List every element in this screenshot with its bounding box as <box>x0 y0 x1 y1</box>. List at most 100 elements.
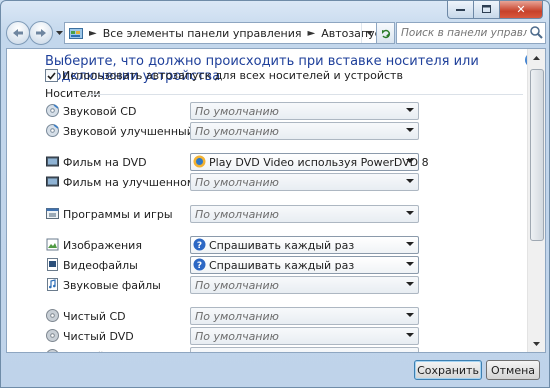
media-row: Фильм на DVD Play DVD Video используя Pow… <box>45 153 429 171</box>
checkmark-icon <box>47 71 56 80</box>
chevron-down-icon <box>406 108 414 112</box>
dropdown-value: Спрашивать каждый раз <box>209 259 355 272</box>
window-controls: ✕ <box>447 1 543 19</box>
action-icon: ? <box>193 238 206 251</box>
action-icon <box>193 155 206 168</box>
media-label: Фильм на DVD <box>63 156 147 169</box>
chevron-down-icon <box>406 333 414 337</box>
cancel-button[interactable]: Отмена <box>486 360 540 380</box>
action-dropdown[interactable]: По умолчанию <box>190 173 419 191</box>
action-dropdown[interactable]: По умолчанию <box>190 205 419 223</box>
search-icon[interactable] <box>529 25 543 39</box>
back-button[interactable] <box>6 21 30 45</box>
media-label: Видеофайлы <box>63 259 138 272</box>
blank-disc-icon <box>46 309 59 322</box>
media-label: Звуковой CD <box>63 105 137 118</box>
media-row: Звуковой CD По умолчанию <box>45 102 425 120</box>
media-row: Фильм на улучшенном DVD По умолчанию <box>45 173 425 191</box>
action-dropdown[interactable]: По умолчанию <box>190 276 419 294</box>
cd-audio-icon <box>46 124 59 137</box>
section-divider <box>89 94 523 95</box>
vertical-scrollbar[interactable] <box>527 49 545 352</box>
refresh-icon <box>382 29 391 38</box>
scroll-up-button[interactable] <box>528 49 545 66</box>
action-dropdown[interactable]: По умолчанию <box>190 122 419 140</box>
save-button[interactable]: Сохранить <box>414 360 482 380</box>
media-label: Программы и игры <box>63 208 173 221</box>
minimize-icon <box>455 8 465 11</box>
media-label: Чистый CD <box>63 310 126 323</box>
dialog-footer: Сохранить Отмена <box>6 353 544 387</box>
media-label: Звуковые файлы <box>63 279 161 292</box>
search-input[interactable] <box>397 27 527 39</box>
chevron-down-icon <box>406 211 414 215</box>
breadcrumb-item-control-panel[interactable]: Все элементы панели управления <box>103 27 302 40</box>
cd-audio-icon <box>46 104 59 117</box>
chevron-down-icon <box>406 242 414 246</box>
dropdown-value: Play DVD Video используя PowerDVD 8 <box>209 156 429 169</box>
chevron-down-icon <box>406 159 414 163</box>
action-dropdown[interactable]: По умолчанию <box>190 327 419 345</box>
dropdown-value: По умолчанию <box>195 330 279 343</box>
maximize-icon <box>481 5 491 13</box>
window-frame: ✕ ► Все элементы панели управления ► Авт… <box>0 0 550 388</box>
chevron-down-icon <box>55 31 63 35</box>
breadcrumb-separator: ► <box>89 27 97 39</box>
media-row: Программы и игры По умолчанию <box>45 205 425 223</box>
action-dropdown[interactable]: По умолчанию <box>190 307 419 325</box>
chevron-down-icon <box>406 313 414 317</box>
chevron-up-icon <box>533 55 540 60</box>
search-box[interactable] <box>396 22 546 44</box>
dropdown-value: По умолчанию <box>195 208 279 221</box>
chevron-down-icon <box>406 128 414 132</box>
close-button[interactable]: ✕ <box>499 1 543 19</box>
back-arrow-icon <box>13 29 23 37</box>
action-dropdown[interactable]: ? Спрашивать каждый раз <box>190 256 419 274</box>
scroll-thumb[interactable] <box>530 69 544 241</box>
svg-text:?: ? <box>197 261 202 271</box>
media-row: Изображения? Спрашивать каждый раз <box>45 236 425 254</box>
dropdown-value: По умолчанию <box>195 310 279 323</box>
dropdown-value: По умолчанию <box>195 176 279 189</box>
media-row: Чистый DVD По умолчанию <box>45 327 425 345</box>
media-row: Звуковые файлы По умолчанию <box>45 276 425 294</box>
breadcrumb: ► Все элементы панели управления ► Автоз… <box>65 27 391 40</box>
use-autoplay-option[interactable]: Использовать автозапуск для всех носител… <box>45 69 403 82</box>
dropdown-value: По умолчанию <box>195 279 279 292</box>
address-bar[interactable]: ► Все элементы панели управления ► Автоз… <box>64 22 395 44</box>
control-panel-icon <box>69 27 83 39</box>
chevron-down-icon <box>365 31 373 35</box>
action-icon: ? <box>193 258 206 271</box>
maximize-button[interactable] <box>473 1 499 19</box>
close-icon: ✕ <box>516 3 526 16</box>
dvd-movie-icon <box>46 156 59 167</box>
audio-file-icon <box>47 278 58 291</box>
dropdown-value: Спрашивать каждый раз <box>209 239 355 252</box>
use-autoplay-checkbox[interactable] <box>45 69 58 82</box>
use-autoplay-label[interactable]: Использовать автозапуск для всех носител… <box>62 69 403 82</box>
chevron-down-icon <box>406 282 414 286</box>
blank-disc-icon <box>46 329 59 342</box>
media-row: Видеофайлы? Спрашивать каждый раз <box>45 256 425 274</box>
chevron-down-icon <box>406 262 414 266</box>
recent-pages-button[interactable] <box>54 31 64 35</box>
action-dropdown[interactable]: По умолчанию <box>190 102 419 120</box>
scroll-down-button[interactable] <box>528 335 545 352</box>
media-row: Чистый CD По умолчанию <box>45 307 425 325</box>
action-dropdown[interactable]: ? Спрашивать каждый раз <box>190 236 419 254</box>
program-icon <box>46 208 59 219</box>
media-label: Чистый DVD <box>63 330 134 343</box>
video-file-icon <box>47 258 58 271</box>
minimize-button[interactable] <box>447 1 473 19</box>
svg-text:?: ? <box>197 241 202 251</box>
images-icon <box>46 238 59 251</box>
dropdown-value: По умолчанию <box>195 125 279 138</box>
address-history-button[interactable] <box>361 23 376 43</box>
action-dropdown[interactable]: Play DVD Video используя PowerDVD 8 <box>190 153 429 171</box>
forward-button[interactable] <box>29 21 53 45</box>
refresh-button[interactable] <box>376 23 394 43</box>
forward-arrow-icon <box>36 29 46 37</box>
chevron-down-icon <box>533 341 540 346</box>
breadcrumb-separator: ► <box>307 27 316 39</box>
chevron-down-icon <box>406 179 414 183</box>
